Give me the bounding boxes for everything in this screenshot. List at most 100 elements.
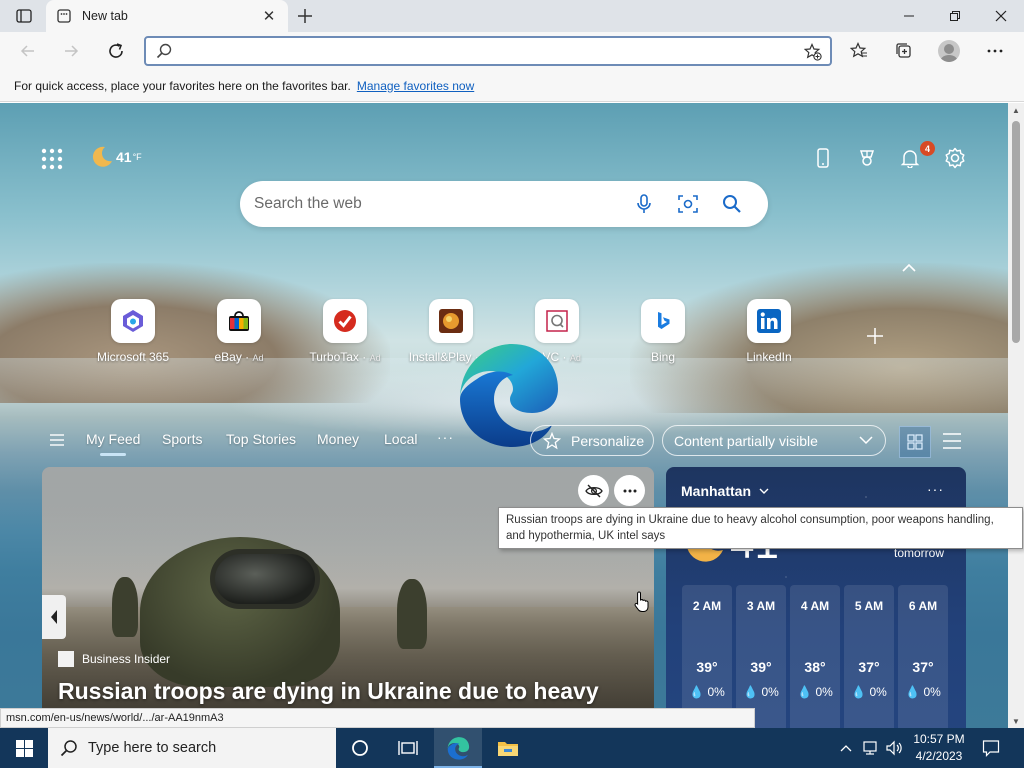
quick-link-label: LinkedIn bbox=[746, 350, 792, 364]
carousel-previous-button[interactable] bbox=[42, 595, 66, 639]
grid-layout-button[interactable] bbox=[899, 426, 931, 458]
visual-search-icon[interactable] bbox=[676, 192, 700, 216]
sparkle-star-icon bbox=[543, 431, 561, 449]
app-launcher-icon[interactable] bbox=[40, 147, 64, 171]
back-button[interactable] bbox=[13, 36, 43, 66]
feed-tab-top-stories[interactable]: Top Stories bbox=[226, 431, 296, 447]
feed-tab-sports[interactable]: Sports bbox=[162, 431, 202, 447]
feed-more-button[interactable]: ··· bbox=[437, 429, 454, 445]
settings-and-more-button[interactable] bbox=[980, 36, 1010, 66]
feed-tab-local[interactable]: Local bbox=[384, 431, 417, 447]
cortana-button[interactable] bbox=[336, 728, 384, 768]
web-search-box[interactable] bbox=[240, 181, 768, 227]
story-headline[interactable]: Russian troops are dying in Ukraine due … bbox=[58, 677, 648, 705]
hide-story-button[interactable] bbox=[578, 475, 609, 506]
add-quick-link-plus-icon[interactable] bbox=[866, 327, 884, 345]
page-settings-button[interactable] bbox=[942, 145, 968, 171]
taskbar-clock[interactable]: 10:57 PM 4/2/2023 bbox=[902, 731, 976, 765]
content-visibility-value: Content partially visible bbox=[674, 432, 818, 449]
page-scrollbar[interactable]: ▲ ▼ bbox=[1008, 103, 1024, 728]
ad-badge: Ad bbox=[369, 353, 381, 363]
forward-arrow-icon bbox=[65, 45, 79, 57]
more-dots-icon bbox=[623, 489, 636, 492]
tab-actions-icon bbox=[16, 9, 32, 23]
taskbar-search-box[interactable]: Type here to search bbox=[48, 728, 336, 768]
quick-link-ebay[interactable]: eBay · Ad bbox=[184, 299, 294, 364]
back-arrow-icon bbox=[20, 45, 34, 57]
scrollbar-thumb[interactable] bbox=[1012, 121, 1020, 343]
favorites-button[interactable] bbox=[844, 36, 874, 66]
scroll-down-arrow-icon[interactable]: ▼ bbox=[1008, 714, 1024, 728]
close-window-button[interactable] bbox=[978, 0, 1024, 32]
weather-location-selector[interactable]: Manhattan bbox=[681, 483, 769, 499]
weather-more-button[interactable]: ··· bbox=[927, 481, 944, 497]
bell-icon bbox=[900, 150, 920, 168]
forecast-temp: 39° bbox=[750, 659, 772, 675]
show-hidden-icons-button[interactable] bbox=[836, 728, 856, 768]
manage-favorites-link[interactable]: Manage favorites now bbox=[357, 79, 474, 93]
quick-link-linkedin[interactable]: LinkedIn bbox=[714, 299, 824, 364]
clock-time: 10:57 PM bbox=[913, 732, 965, 746]
action-center-button[interactable] bbox=[980, 728, 1002, 768]
list-view-icon[interactable] bbox=[940, 431, 964, 451]
close-window-icon bbox=[995, 10, 1007, 22]
forecast-hour: 4 AM bbox=[800, 599, 830, 613]
forecast-hour: 6 AM bbox=[908, 599, 938, 613]
collapse-chevron-up-icon[interactable] bbox=[900, 261, 918, 275]
quick-link-bing[interactable]: Bing bbox=[608, 299, 718, 364]
hero-photo-goggles bbox=[210, 549, 320, 609]
feed-tab-my-feed[interactable]: My Feed bbox=[86, 431, 140, 456]
volume-button[interactable] bbox=[884, 728, 904, 768]
microsoft365-logo-icon bbox=[111, 299, 155, 343]
headline-tooltip: Russian troops are dying in Ukraine due … bbox=[498, 507, 1023, 549]
more-dots-icon bbox=[987, 49, 1003, 53]
search-submit-icon[interactable] bbox=[720, 192, 744, 216]
turbotax-logo-icon bbox=[323, 299, 367, 343]
phone-icon bbox=[817, 148, 829, 168]
chevron-left-icon bbox=[51, 610, 57, 624]
folder-icon bbox=[498, 742, 518, 756]
refresh-button[interactable] bbox=[101, 36, 131, 66]
new-tab-button[interactable] bbox=[293, 4, 317, 28]
mobile-button[interactable] bbox=[810, 145, 836, 171]
feed-tab-money[interactable]: Money bbox=[317, 431, 359, 447]
address-bar[interactable] bbox=[144, 36, 832, 66]
forecast-precip: 0% bbox=[869, 685, 887, 699]
network-button[interactable] bbox=[860, 728, 882, 768]
windows-taskbar: Type here to search 10:57 PM 4/2/2023 bbox=[0, 728, 1024, 768]
restore-button[interactable] bbox=[932, 0, 978, 32]
rewards-button[interactable] bbox=[854, 145, 880, 171]
web-search-input[interactable] bbox=[254, 192, 614, 216]
start-button[interactable] bbox=[0, 728, 48, 768]
taskbar-edge-button[interactable] bbox=[434, 728, 482, 768]
tab-new-tab[interactable]: New tab ✕ bbox=[46, 0, 288, 32]
tab-actions-button[interactable] bbox=[8, 4, 40, 28]
hourly-forecast-item: 3 AM 39° 💧 0% bbox=[736, 585, 786, 728]
forecast-temp: 37° bbox=[858, 659, 880, 675]
raindrop-icon: 💧 bbox=[743, 685, 759, 699]
quick-link-turbotax[interactable]: TurboTax · Ad bbox=[290, 299, 400, 364]
quick-link-microsoft365[interactable]: Microsoft 365 bbox=[78, 299, 188, 364]
story-more-button[interactable] bbox=[614, 475, 645, 506]
content-visibility-dropdown[interactable]: Content partially visible bbox=[662, 425, 886, 456]
browser-toolbar bbox=[0, 32, 1024, 70]
new-tab-page: 41 °F 4 Microsoft 365 eB bbox=[0, 103, 1008, 728]
profile-button[interactable] bbox=[934, 36, 964, 66]
feed-menu-hamburger-icon[interactable] bbox=[50, 434, 64, 446]
scroll-up-arrow-icon[interactable]: ▲ bbox=[1008, 103, 1024, 117]
add-favorite-icon[interactable] bbox=[804, 43, 822, 61]
personalize-button[interactable]: Personalize bbox=[530, 425, 654, 456]
forecast-precip: 0% bbox=[815, 685, 833, 699]
weather-widget[interactable]: 41 °F bbox=[90, 145, 142, 169]
voice-search-icon[interactable] bbox=[632, 192, 656, 216]
close-tab-icon[interactable]: ✕ bbox=[260, 7, 278, 25]
chevron-up-icon bbox=[840, 745, 852, 752]
task-view-button[interactable] bbox=[384, 728, 432, 768]
forecast-precip: 0% bbox=[707, 685, 725, 699]
forward-button[interactable] bbox=[56, 36, 86, 66]
favorites-bar: For quick access, place your favorites h… bbox=[0, 70, 1024, 102]
collections-button[interactable] bbox=[889, 36, 919, 66]
minimize-button[interactable] bbox=[886, 0, 932, 32]
taskbar-file-explorer-button[interactable] bbox=[484, 728, 532, 768]
forecast-temp: 39° bbox=[696, 659, 718, 675]
